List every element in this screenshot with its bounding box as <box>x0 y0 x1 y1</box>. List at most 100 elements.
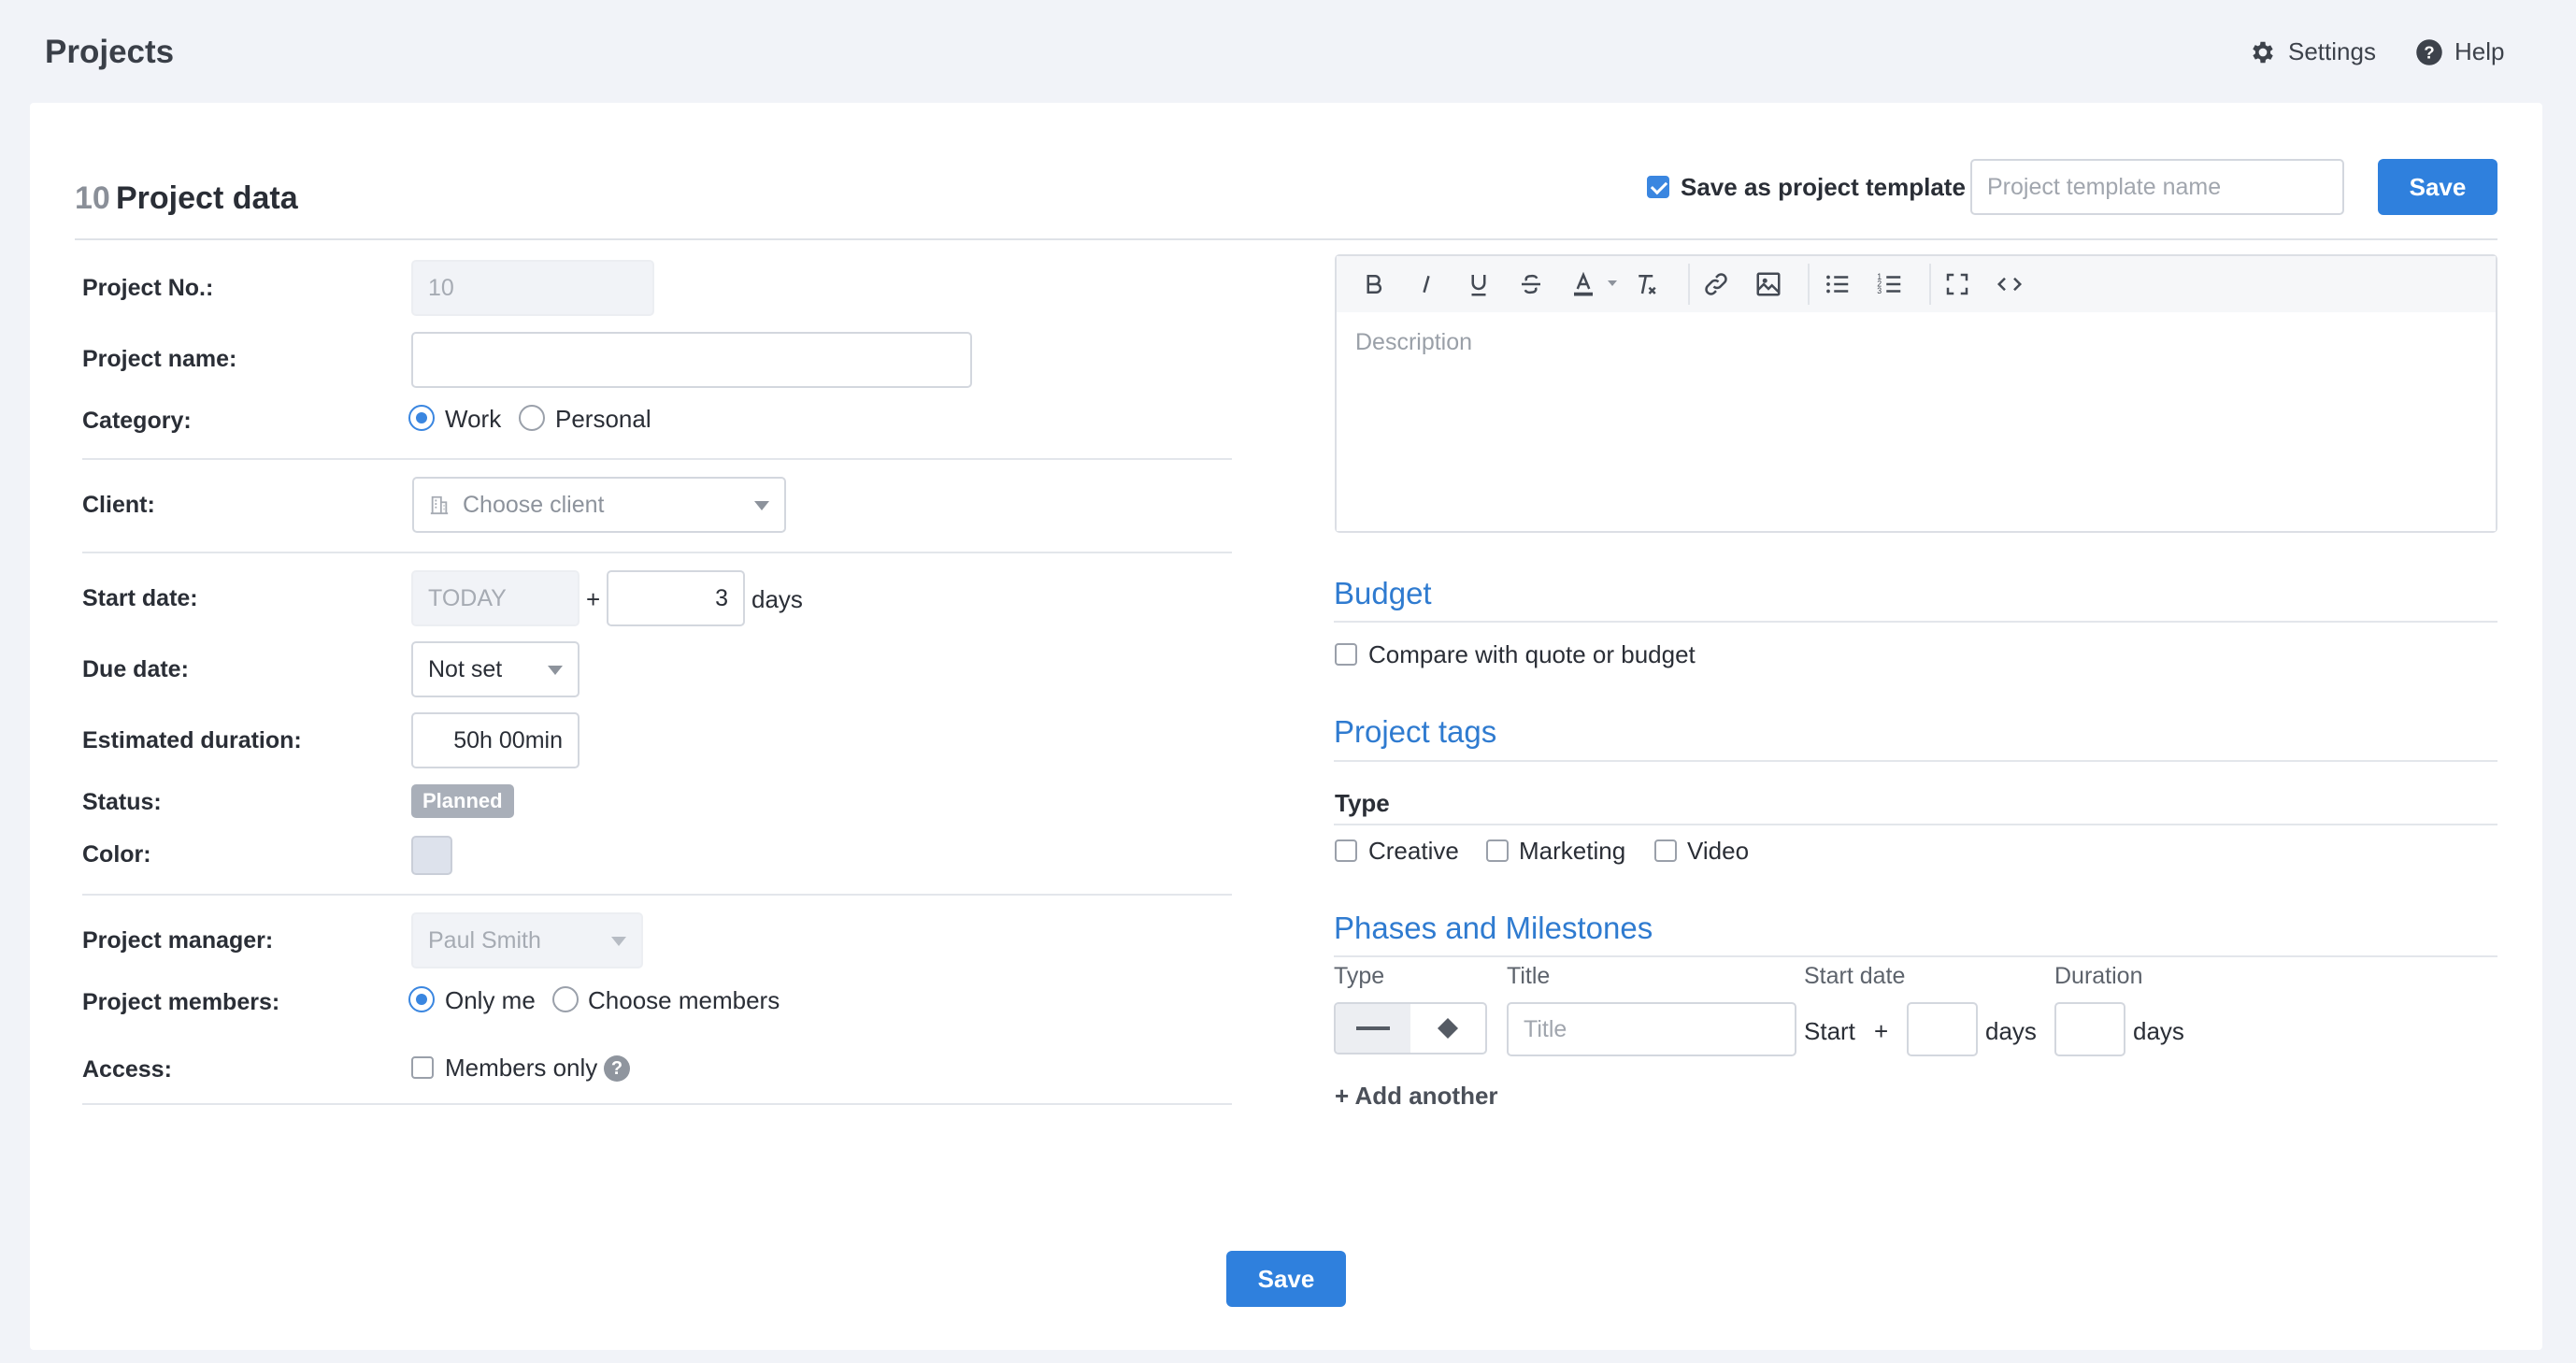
help-link[interactable]: ? Help <box>2415 37 2504 66</box>
due-date-select[interactable]: Not set <box>411 641 580 697</box>
members-only-me-radio[interactable] <box>408 986 435 1012</box>
phase-title-input[interactable] <box>1507 1002 1796 1056</box>
start-date-base-field <box>411 570 580 626</box>
bullet-list-icon <box>1826 275 1849 294</box>
phase-type-button[interactable] <box>1336 1004 1410 1053</box>
section-divider <box>82 458 1232 460</box>
help-label: Help <box>2454 37 2505 65</box>
link-button[interactable] <box>1699 267 1733 301</box>
project-name-input[interactable] <box>411 332 972 388</box>
tag-marketing-checkbox[interactable] <box>1486 839 1509 862</box>
phase-plus: + <box>1874 1017 1889 1045</box>
due-date-label: Due date: <box>82 656 189 682</box>
phase-col-duration: Duration <box>2054 963 2143 989</box>
members-only-checkbox[interactable] <box>411 1056 434 1079</box>
phase-duration-input[interactable] <box>2054 1002 2125 1056</box>
add-another-phase-link[interactable]: + Add another <box>1335 1082 1498 1111</box>
question-circle-icon: ? <box>2416 38 2442 65</box>
svg-text:3: 3 <box>1877 286 1882 295</box>
save-template-label: Save as project template <box>1681 173 1966 201</box>
description-textarea[interactable] <box>1337 312 2496 531</box>
phase-start-offset-input[interactable] <box>1907 1002 1978 1056</box>
save-template-checkbox[interactable] <box>1647 176 1669 198</box>
project-members-label: Project members: <box>82 989 280 1015</box>
chevron-down-icon <box>548 666 563 675</box>
template-name-input[interactable] <box>1970 159 2344 215</box>
tags-section-title: Project tags <box>1334 714 1497 749</box>
phase-days-label: days <box>1985 1017 2037 1045</box>
italic-icon <box>1423 275 1430 294</box>
settings-link[interactable]: Settings <box>2249 37 2376 66</box>
estimated-duration-input[interactable] <box>411 712 580 768</box>
code-view-button[interactable] <box>1993 267 2026 301</box>
phase-col-title: Title <box>1507 963 1551 989</box>
members-only-me-label: Only me <box>445 986 536 1014</box>
project-no-field <box>411 260 654 316</box>
italic-button[interactable] <box>1410 267 1443 301</box>
budget-section-title: Budget <box>1334 576 1432 610</box>
chevron-down-icon <box>1608 280 1617 286</box>
toolbar-separator <box>1688 264 1690 305</box>
code-view-icon <box>1996 277 2023 292</box>
project-manager-value: Paul Smith <box>428 926 541 954</box>
bold-button[interactable] <box>1357 267 1391 301</box>
tag-creative-checkbox[interactable] <box>1335 839 1357 862</box>
underline-button[interactable] <box>1462 267 1496 301</box>
section-divider <box>1334 955 2497 957</box>
text-color-button[interactable] <box>1567 267 1600 301</box>
tag-video-checkbox[interactable] <box>1654 839 1677 862</box>
members-choose-radio[interactable] <box>552 986 579 1012</box>
clear-format-button[interactable] <box>1630 267 1664 301</box>
section-divider <box>82 1103 1232 1105</box>
start-date-unit: days <box>751 585 803 613</box>
bullet-list-button[interactable] <box>1821 267 1854 301</box>
project-no-label: Project No.: <box>82 275 214 301</box>
tag-video-label: Video <box>1687 837 1750 865</box>
compare-budget-label: Compare with quote or budget <box>1368 640 1696 668</box>
section-divider <box>1334 824 2497 825</box>
footer-save-button[interactable]: Save <box>1226 1251 1346 1307</box>
top-bar: Projects Settings ? Help <box>0 0 2576 103</box>
image-button[interactable] <box>1752 267 1785 301</box>
toolbar-separator <box>1929 264 1931 305</box>
members-only-label: Members only <box>445 1054 598 1082</box>
gear-icon <box>2253 41 2273 63</box>
phase-col-type: Type <box>1334 963 1385 989</box>
tag-marketing-label: Marketing <box>1519 837 1626 865</box>
milestone-type-button[interactable] <box>1410 1004 1485 1053</box>
start-date-plus: + <box>586 585 601 613</box>
editor-toolbar: 123 <box>1337 256 2496 312</box>
chevron-down-icon <box>754 501 769 510</box>
category-personal-label: Personal <box>555 405 651 433</box>
settings-label: Settings <box>2288 37 2376 65</box>
estimated-duration-label: Estimated duration: <box>82 727 302 753</box>
text-color-icon <box>1574 271 1593 296</box>
header-divider <box>75 238 2497 240</box>
strikethrough-button[interactable] <box>1514 267 1548 301</box>
color-swatch[interactable] <box>411 836 452 875</box>
fullscreen-button[interactable] <box>1940 267 1974 301</box>
header-save-button[interactable]: Save <box>2378 159 2497 215</box>
section-divider <box>82 894 1232 896</box>
section-divider <box>1334 621 2497 623</box>
help-icon[interactable]: ? <box>604 1055 630 1082</box>
image-icon <box>1756 272 1781 296</box>
client-placeholder: Choose client <box>463 491 605 518</box>
category-personal-radio[interactable] <box>519 405 545 431</box>
status-label: Status: <box>82 789 162 815</box>
status-badge[interactable]: Planned <box>411 784 514 818</box>
phase-type-toggle <box>1334 1002 1487 1055</box>
app-title: Projects <box>45 34 175 70</box>
toolbar-separator <box>1808 264 1810 305</box>
page-title: Project data <box>116 180 298 216</box>
strikethrough-icon <box>1522 274 1540 294</box>
category-work-radio[interactable] <box>408 405 435 431</box>
members-choose-label: Choose members <box>588 986 780 1014</box>
phase-duration-days-label: days <box>2133 1017 2184 1045</box>
description-editor: 123 <box>1335 254 2497 533</box>
compare-budget-checkbox[interactable] <box>1335 643 1357 666</box>
start-date-offset-input[interactable] <box>607 570 745 626</box>
client-select[interactable]: Choose client <box>412 477 786 533</box>
fullscreen-icon <box>1946 273 1968 295</box>
numbered-list-button[interactable]: 123 <box>1873 267 1907 301</box>
